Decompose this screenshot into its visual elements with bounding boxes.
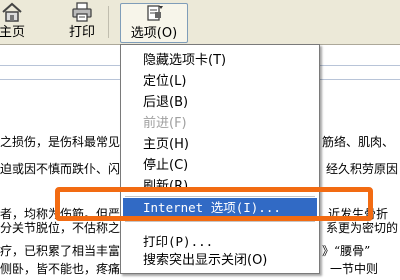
home-label: 主页 [0, 25, 25, 40]
document-fragment: 筋络、肌肉、 [322, 135, 395, 149]
menu-item-back[interactable]: 后退(B) [123, 93, 317, 112]
options-page-icon [143, 4, 165, 24]
menu-item-print[interactable]: 打印(P)... [123, 232, 317, 251]
menu-item-stop[interactable]: 停止(C) [123, 156, 317, 175]
menu-item-forward[interactable]: 前进(F) [123, 114, 317, 133]
document-fragment: 》“腰骨” [322, 244, 371, 258]
options-menu: 隐藏选项卡(T) 定位(L) 后退(B) 前进(F) 主页(H) 停止(C) 刷… [120, 44, 320, 274]
menu-item-search-highlight-off[interactable]: 搜索突出显示关闭(O) [123, 251, 317, 270]
highlight-annotation-box [55, 187, 373, 221]
options-button[interactable]: 选项(O) [120, 3, 188, 43]
menu-item-locate[interactable]: 定位(L) [123, 72, 317, 91]
home-icon [1, 2, 23, 22]
toolbar: 主页 打印 选项(O) [0, 0, 400, 45]
menu-item-hide-tabs[interactable]: 隐藏选项卡(T) [123, 51, 317, 70]
menu-separator [125, 221, 315, 222]
document-fragment: 系更为密切的 [326, 221, 399, 235]
toolbar-separator [108, 6, 109, 38]
print-button[interactable]: 打印 [62, 2, 102, 42]
document-fragment: 一节中则 [330, 262, 379, 276]
menu-item-home[interactable]: 主页(H) [123, 135, 317, 154]
document-fragment: 经久积劳原因 [326, 162, 399, 176]
print-label: 打印 [68, 25, 95, 40]
home-button[interactable]: 主页 [0, 2, 32, 42]
options-label: 选项(O) [130, 26, 178, 41]
printer-icon [71, 2, 93, 22]
